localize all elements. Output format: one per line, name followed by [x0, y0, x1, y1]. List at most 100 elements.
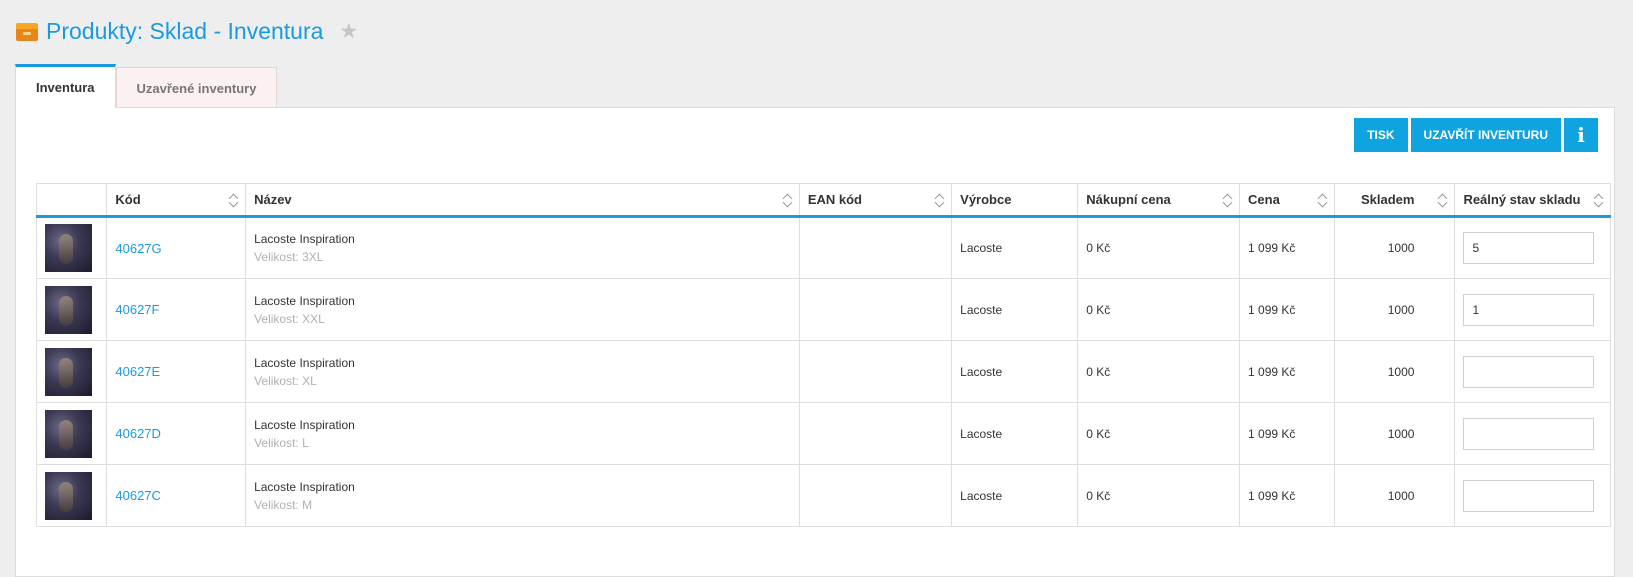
- product-thumbnail[interactable]: [45, 285, 92, 334]
- product-thumbnail[interactable]: [45, 224, 92, 272]
- product-code-link[interactable]: 40627D: [115, 426, 161, 441]
- product-code-link[interactable]: 40627F: [115, 302, 159, 317]
- manufacturer-cell: Lacoste: [951, 216, 1079, 279]
- stock-cell: 1000: [1333, 216, 1456, 279]
- column-header-label: Skladem: [1360, 192, 1415, 207]
- table-row: 40627E Lacoste Inspiration Velikost: XL …: [35, 340, 1611, 403]
- product-name: Lacoste Inspiration: [254, 479, 355, 494]
- real-stock-cell: [1454, 464, 1611, 527]
- table-row: 40627D Lacoste Inspiration Velikost: L L…: [35, 402, 1611, 465]
- product-variant: Velikost: 3XL: [254, 250, 324, 264]
- info-button[interactable]: i: [1564, 118, 1598, 152]
- product-code-link[interactable]: 40627G: [115, 241, 161, 256]
- column-header-stock[interactable]: Skladem: [1333, 183, 1456, 218]
- column-header-label: Cena: [1248, 192, 1280, 207]
- column-header-real-stock[interactable]: Reálný stav skladu: [1454, 183, 1611, 218]
- manufacturer-cell: Lacoste: [951, 278, 1079, 341]
- real-stock-input[interactable]: [1463, 232, 1595, 264]
- column-header-label: Reálný stav skladu: [1463, 192, 1581, 207]
- sort-icon[interactable]: [936, 192, 945, 208]
- close-inventory-button[interactable]: UZAVŘÍT INVENTURU: [1410, 118, 1561, 152]
- product-code-link[interactable]: 40627E: [115, 364, 160, 379]
- favorite-star-icon[interactable]: ★: [339, 21, 358, 42]
- real-stock-input[interactable]: [1463, 355, 1595, 388]
- sort-icon[interactable]: [784, 192, 793, 208]
- tab-closed-inventories[interactable]: Uzavřené inventury: [115, 67, 278, 108]
- table-row: 40627F Lacoste Inspiration Velikost: XXL…: [35, 278, 1611, 341]
- real-stock-cell: [1454, 340, 1611, 403]
- table-row: 40627G Lacoste Inspiration Velikost: 3XL…: [35, 216, 1611, 279]
- real-stock-input[interactable]: [1463, 417, 1595, 450]
- real-stock-input[interactable]: [1463, 479, 1595, 512]
- stock-cell: 1000: [1333, 402, 1456, 465]
- product-thumbnail[interactable]: [45, 409, 92, 458]
- column-header-ean[interactable]: EAN kód: [798, 183, 953, 218]
- code-cell: 40627E: [106, 340, 247, 403]
- product-name: Lacoste Inspiration: [254, 355, 355, 370]
- product-variant: Velikost: XL: [254, 373, 317, 388]
- inventory-panel: TISK UZAVŘÍT INVENTURU i Kód Název EAN k…: [15, 107, 1615, 577]
- product-name: Lacoste Inspiration: [254, 232, 355, 246]
- sort-icon[interactable]: [230, 192, 239, 208]
- product-variant: Velikost: L: [254, 435, 309, 450]
- code-cell: 40627G: [106, 216, 247, 279]
- tab-inventura[interactable]: Inventura: [15, 64, 116, 108]
- sort-icon[interactable]: [1319, 192, 1328, 208]
- column-header-price[interactable]: Cena: [1239, 183, 1335, 218]
- product-image-cell: [35, 464, 108, 527]
- name-cell: Lacoste Inspiration Velikost: 3XL: [245, 216, 800, 279]
- purchase-price-cell: 0 Kč: [1077, 340, 1241, 403]
- stock-cell: 1000: [1333, 464, 1456, 527]
- ean-cell: [798, 402, 953, 465]
- ean-cell: [798, 340, 953, 403]
- print-button[interactable]: TISK: [1354, 118, 1408, 152]
- page-header: Produkty: Sklad - Inventura ★: [16, 14, 358, 48]
- purchase-price-cell: 0 Kč: [1077, 278, 1241, 341]
- action-bar: TISK UZAVŘÍT INVENTURU i: [1354, 118, 1598, 152]
- price-cell: 1 099 Kč: [1239, 216, 1335, 279]
- product-name: Lacoste Inspiration: [254, 417, 355, 432]
- purchase-price-cell: 0 Kč: [1077, 402, 1241, 465]
- product-thumbnail[interactable]: [45, 347, 92, 396]
- product-image-cell: [35, 216, 108, 279]
- code-cell: 40627C: [106, 464, 247, 527]
- code-cell: 40627F: [106, 278, 247, 341]
- stock-cell: 1000: [1333, 278, 1456, 341]
- page-title: Produkty: Sklad - Inventura: [46, 17, 324, 44]
- column-header-label: Kód: [115, 192, 141, 207]
- column-header-purchase-price[interactable]: Nákupní cena: [1077, 183, 1241, 218]
- price-cell: 1 099 Kč: [1239, 464, 1335, 527]
- sort-icon[interactable]: [1224, 192, 1233, 208]
- product-thumbnail[interactable]: [45, 471, 92, 520]
- stock-cell: 1000: [1333, 340, 1456, 403]
- product-name: Lacoste Inspiration: [254, 293, 355, 308]
- column-header-label: Nákupní cena: [1086, 192, 1171, 207]
- product-image-cell: [35, 278, 108, 341]
- real-stock-cell: [1454, 278, 1611, 341]
- product-code-link[interactable]: 40627C: [115, 488, 161, 503]
- code-cell: 40627D: [106, 402, 247, 465]
- inventory-table: Kód Název EAN kód Výrobce Nákupní cena C…: [35, 183, 1611, 527]
- ean-cell: [798, 464, 953, 527]
- real-stock-cell: [1454, 216, 1611, 279]
- price-cell: 1 099 Kč: [1239, 340, 1335, 403]
- name-cell: Lacoste Inspiration Velikost: M: [245, 464, 800, 527]
- price-cell: 1 099 Kč: [1239, 402, 1335, 465]
- column-header-code[interactable]: Kód: [106, 183, 247, 218]
- manufacturer-cell: Lacoste: [951, 340, 1079, 403]
- real-stock-input[interactable]: [1463, 293, 1595, 326]
- product-variant: Velikost: XXL: [254, 311, 325, 326]
- manufacturer-cell: Lacoste: [951, 402, 1079, 465]
- table-header-row: Kód Název EAN kód Výrobce Nákupní cena C…: [35, 183, 1611, 218]
- column-header-label: EAN kód: [807, 192, 862, 207]
- name-cell: Lacoste Inspiration Velikost: XXL: [245, 278, 800, 341]
- manufacturer-cell: Lacoste: [951, 464, 1079, 527]
- column-header-image: [35, 183, 108, 218]
- tab-bar: Inventura Uzavřené inventury: [15, 64, 278, 108]
- sort-icon[interactable]: [1439, 192, 1448, 208]
- sort-icon[interactable]: [1595, 192, 1604, 208]
- column-header-name[interactable]: Název: [245, 183, 800, 218]
- table-row: 40627C Lacoste Inspiration Velikost: M L…: [35, 464, 1611, 527]
- column-header-manufacturer: Výrobce: [951, 183, 1079, 218]
- ean-cell: [798, 216, 953, 279]
